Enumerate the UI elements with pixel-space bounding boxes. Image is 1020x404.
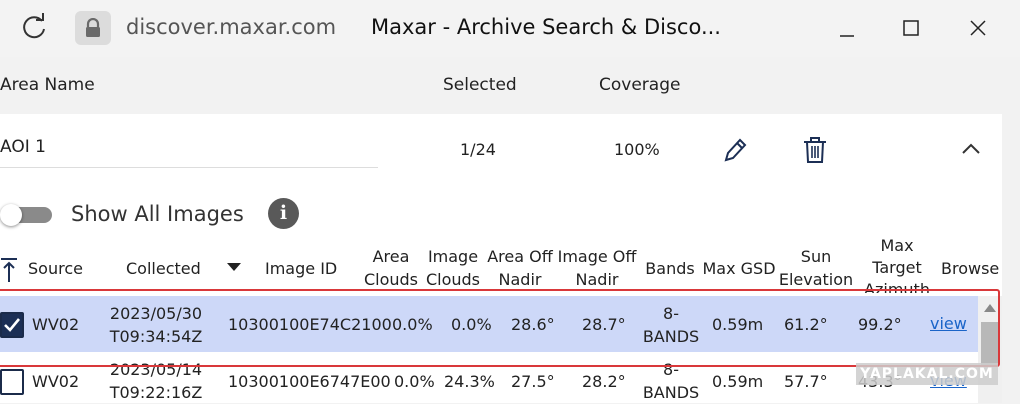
col-area-off-nadir[interactable]: Area Off Nadir [485,245,555,291]
trash-icon[interactable] [803,136,827,164]
minimize-icon[interactable] [833,14,861,42]
scroll-to-top-icon[interactable] [0,257,18,283]
sort-desc-icon[interactable] [227,263,241,271]
col-sun-elevation-line2: Elevation [778,270,854,289]
cell-source: WV02 [32,372,80,391]
maximize-icon[interactable] [897,14,925,42]
browser-title-bar: discover.maxar.com Maxar - Archive Searc… [0,0,1020,57]
area-name-header: Area Name [0,75,95,95]
col-sun-elevation-line1: Sun [800,247,832,266]
cell-image-clouds: 24.3% [444,372,495,391]
cell-image-off-nadir: 28.2° [582,372,626,391]
col-area-clouds-line2: Clouds [363,270,419,289]
cell-time: T09:22:16Z [109,383,203,402]
cell-image-id: 10300100E6747E00 [228,372,391,391]
info-icon[interactable]: i [268,198,299,229]
address-bar[interactable]: discover.maxar.com [126,15,336,39]
show-all-images-toggle[interactable] [0,204,52,226]
cell-area-off-nadir: 27.5° [511,372,555,391]
pencil-icon[interactable] [722,136,748,164]
col-source[interactable]: Source [28,257,83,280]
site-info-button[interactable] [75,11,111,45]
col-azimuth-line2: Target [872,258,922,277]
col-area-off-nadir-line2: Nadir [498,270,542,289]
col-image-id[interactable]: Image ID [265,257,337,280]
aoi-selected-count: 1/24 [460,140,496,159]
col-collected[interactable]: Collected [126,257,201,280]
chevron-up-icon[interactable] [960,140,982,156]
col-image-off-nadir-line1: Image Off [557,247,637,266]
cell-bands-line2: BANDS [642,383,700,402]
col-max-gsd[interactable]: Max GSD [701,257,777,280]
col-area-clouds[interactable]: Area Clouds [362,245,420,291]
col-bands[interactable]: Bands [642,257,698,280]
lock-icon [86,18,100,37]
col-sun-elevation[interactable]: Sun Elevation [778,245,854,291]
col-image-clouds[interactable]: Image Clouds [423,245,483,291]
show-all-images-label: Show All Images [71,202,244,226]
cell-sun-elevation: 57.7° [784,372,828,391]
coverage-header: Coverage [599,75,681,95]
col-image-clouds-line1: Image [427,247,479,266]
reload-icon[interactable] [18,12,50,44]
selected-header: Selected [443,75,517,95]
cell-max-gsd: 0.59m [712,372,764,391]
aoi-name[interactable]: AOI 1 [0,137,46,157]
col-max-target-azimuth[interactable]: Max Target Azimuth [862,235,932,293]
col-image-clouds-line2: Clouds [425,270,481,289]
col-azimuth-line1: Max [880,236,914,255]
window-title: Maxar - Archive Search & Disco... [371,15,721,39]
col-area-off-nadir-line1: Area Off [487,247,553,266]
toggle-knob [0,204,22,226]
aoi-coverage: 100% [614,140,660,159]
aoi-name-underline [0,167,378,168]
close-icon[interactable] [964,14,992,42]
col-image-off-nadir-line2: Nadir [575,270,619,289]
col-area-clouds-line1: Area [372,247,410,266]
col-browse[interactable]: Browse [941,257,999,280]
col-image-off-nadir[interactable]: Image Off Nadir [557,245,637,291]
highlight-annotation [0,289,1000,367]
watermark: YAPLAKAL.COM [856,363,998,385]
row-checkbox[interactable] [0,369,24,395]
cell-area-clouds: 0.0% [394,372,435,391]
